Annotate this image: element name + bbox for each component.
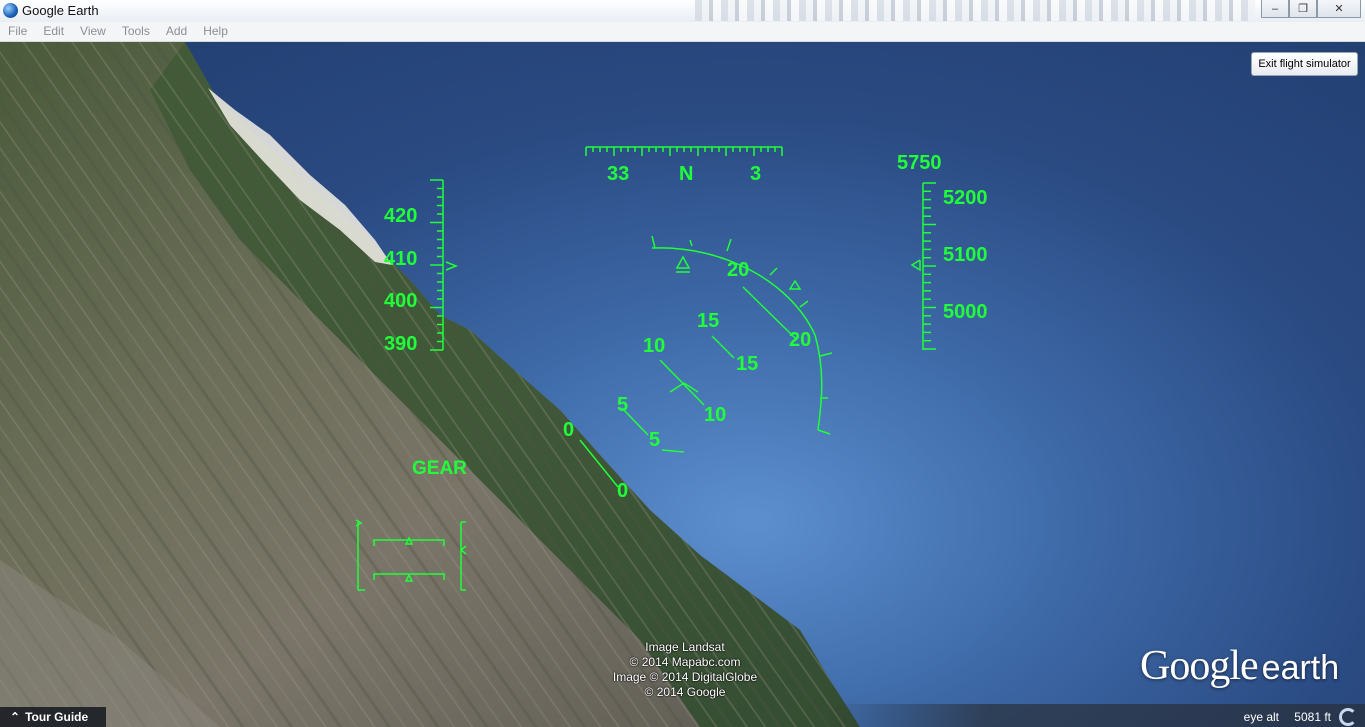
pitch-right-10: 10	[704, 404, 726, 426]
logo-earth: earth	[1261, 649, 1340, 687]
imagery-attribution: Image Landsat © 2014 Mapabc.com Image © …	[560, 640, 810, 700]
menu-bar: File Edit View Tools Add Help	[0, 22, 1365, 42]
pitch-left-5: 5	[617, 394, 628, 416]
close-button[interactable]: ✕	[1317, 0, 1361, 18]
speed-label-390: 390	[384, 333, 417, 355]
gear-indicator: GEAR	[412, 458, 467, 479]
speed-label-410: 410	[384, 248, 417, 270]
pitch-right-0: 0	[617, 480, 628, 502]
menu-edit[interactable]: Edit	[35, 22, 72, 41]
pitch-left-0: 0	[563, 419, 574, 441]
loading-spinner-icon	[1339, 708, 1357, 726]
tour-guide-label: Tour Guide	[25, 710, 89, 724]
google-earth-logo: Google earth	[1140, 642, 1339, 690]
altitude-label-5200: 5200	[943, 187, 988, 209]
terrain-texture	[0, 42, 860, 727]
speed-label-420: 420	[384, 205, 417, 227]
attribution-line: © 2014 Google	[644, 685, 726, 699]
chevron-up-icon: ⌃	[10, 710, 21, 724]
heading-label-n: N	[679, 163, 693, 185]
logo-google: Google	[1140, 643, 1259, 689]
title-bar-decoration	[695, 0, 1255, 21]
menu-add[interactable]: Add	[158, 22, 195, 41]
attribution-line: Image Landsat	[645, 640, 725, 654]
minimize-button[interactable]: ‒	[1261, 0, 1289, 18]
altitude-tape	[910, 183, 924, 350]
altitude-label-5000: 5000	[943, 301, 988, 323]
google-earth-icon	[3, 3, 18, 18]
flight-scene: 33 N 3 420 410 400 390 5750 5200 5100 50…	[0, 42, 988, 727]
title-bar: Google Earth ‒ ❐ ✕	[0, 0, 1365, 23]
heading-label-3: 3	[750, 163, 761, 185]
maximize-button[interactable]: ❐	[1289, 0, 1317, 18]
pitch-ladder	[579, 286, 796, 488]
menu-view[interactable]: View	[72, 22, 114, 41]
menu-help[interactable]: Help	[195, 22, 236, 41]
attribution-line: © 2014 Mapabc.com	[629, 655, 741, 669]
altitude-label-5100: 5100	[943, 244, 988, 266]
speed-label-400: 400	[384, 290, 417, 312]
pitch-left-15: 15	[697, 310, 719, 332]
window-controls: ‒ ❐ ✕	[1261, 0, 1361, 19]
altitude-readout: 5750	[897, 152, 942, 174]
pitch-right-15: 15	[736, 353, 758, 375]
heading-label-33: 33	[607, 163, 629, 185]
menu-tools[interactable]: Tools	[114, 22, 158, 41]
exit-flight-simulator-button[interactable]: Exit flight simulator	[1251, 52, 1358, 76]
pitch-left-20: 20	[727, 259, 749, 281]
earth-viewport[interactable]: 33 N 3 420 410 400 390 5750 5200 5100 50…	[0, 42, 1365, 727]
eye-alt-value: 5081 ft	[1294, 710, 1331, 724]
menu-file[interactable]: File	[0, 22, 35, 41]
eye-alt-label: eye alt	[1243, 710, 1279, 724]
tour-guide-button[interactable]: ⌃ Tour Guide	[0, 707, 106, 727]
pitch-right-20: 20	[789, 329, 811, 351]
status-bar: eye alt 5081 ft	[825, 704, 1365, 727]
pitch-right-5: 5	[649, 429, 660, 451]
pitch-left-10: 10	[643, 335, 665, 357]
attribution-line: Image © 2014 DigitalGlobe	[612, 670, 758, 684]
window-title: Google Earth	[22, 3, 99, 18]
